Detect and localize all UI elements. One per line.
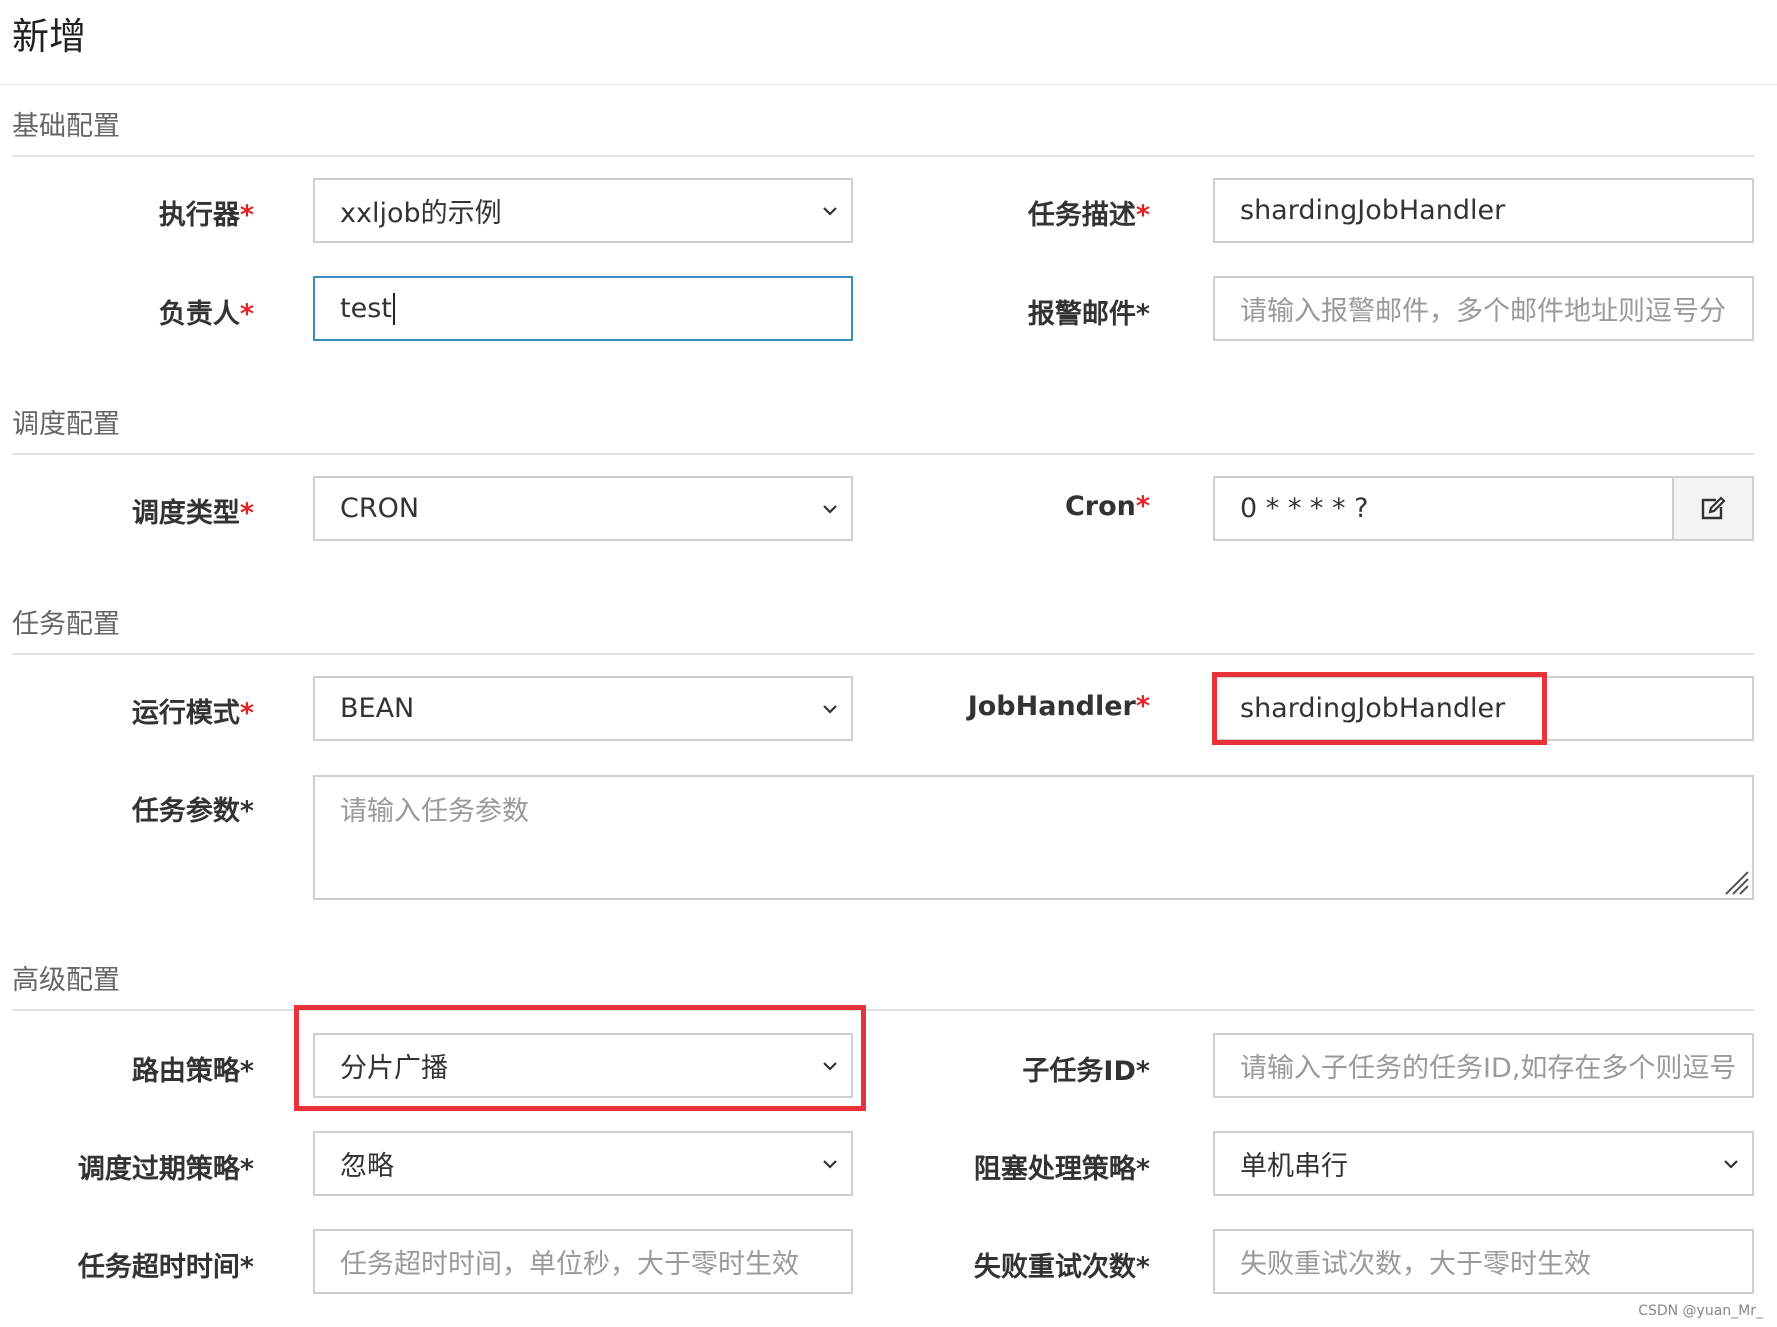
schedule-type-select[interactable]: CRON	[313, 476, 853, 541]
chevron-down-icon	[823, 1061, 837, 1071]
author-value: test	[340, 293, 392, 324]
alarm-email-placeholder: 请输入报警邮件，多个邮件地址则逗号分	[1240, 296, 1726, 327]
job-param-placeholder: 请输入任务参数	[340, 796, 529, 827]
schedule-type-label: 调度类型*	[131, 498, 254, 529]
section-divider	[12, 1009, 1754, 1011]
job-handler-label: JobHandler*	[967, 691, 1150, 722]
author-label: 负责人*	[158, 299, 254, 330]
job-handler-input[interactable]: shardingJobHandler	[1213, 676, 1754, 741]
timeout-placeholder: 任务超时时间，单位秒，大于零时生效	[340, 1249, 799, 1280]
resize-handle-icon[interactable]	[1722, 868, 1750, 896]
edit-icon	[1701, 495, 1726, 519]
section-title-basic: 基础配置	[12, 111, 120, 142]
fail-retry-label: 失败重试次数*	[973, 1252, 1150, 1283]
job-desc-value: shardingJobHandler	[1240, 195, 1506, 226]
glue-type-label: 运行模式*	[131, 698, 254, 729]
text-caret	[392, 292, 395, 325]
alarm-email-input[interactable]: 请输入报警邮件，多个邮件地址则逗号分	[1213, 276, 1754, 341]
section-title-schedule: 调度配置	[12, 409, 120, 440]
timeout-label: 任务超时时间*	[77, 1252, 254, 1283]
block-strategy-label: 阻塞处理策略*	[973, 1154, 1150, 1185]
job-desc-label: 任务描述*	[1027, 200, 1150, 231]
glue-type-value: BEAN	[340, 693, 415, 724]
child-job-id-placeholder: 请输入子任务的任务ID,如存在多个则逗号	[1240, 1053, 1737, 1084]
executor-value: xxljob的示例	[340, 198, 502, 229]
fail-retry-placeholder: 失败重试次数，大于零时生效	[1240, 1249, 1591, 1280]
cron-label: Cron*	[1064, 491, 1150, 522]
author-input[interactable]: test	[313, 276, 853, 341]
section-divider	[12, 453, 1754, 455]
cron-value: 0 * * * * ?	[1240, 493, 1369, 524]
chevron-down-icon	[823, 504, 837, 514]
section-title-task: 任务配置	[12, 609, 120, 640]
route-strategy-value: 分片广播	[340, 1053, 448, 1084]
cron-edit-button[interactable]	[1672, 478, 1752, 539]
job-param-label: 任务参数*	[131, 796, 254, 827]
cron-input[interactable]: 0 * * * * ?	[1213, 476, 1754, 541]
chevron-down-icon	[823, 704, 837, 714]
fail-retry-input[interactable]: 失败重试次数，大于零时生效	[1213, 1229, 1754, 1294]
block-strategy-select[interactable]: 单机串行	[1213, 1131, 1754, 1196]
section-title-advanced: 高级配置	[12, 965, 120, 996]
section-divider	[12, 653, 1754, 655]
misfire-strategy-select[interactable]: 忽略	[313, 1131, 853, 1196]
chevron-down-icon	[1724, 1159, 1738, 1169]
section-divider	[12, 155, 1754, 157]
child-job-id-label: 子任务ID*	[1022, 1056, 1150, 1087]
watermark: CSDN @yuan_Mr_	[1638, 1303, 1763, 1319]
executor-select[interactable]: xxljob的示例	[313, 178, 853, 243]
chevron-down-icon	[823, 206, 837, 216]
job-handler-value: shardingJobHandler	[1240, 693, 1506, 724]
executor-label: 执行器*	[158, 200, 254, 231]
route-strategy-label: 路由策略*	[131, 1056, 254, 1087]
job-param-textarea[interactable]: 请输入任务参数	[313, 775, 1754, 900]
chevron-down-icon	[823, 1159, 837, 1169]
misfire-strategy-value: 忽略	[340, 1151, 394, 1182]
child-job-id-input[interactable]: 请输入子任务的任务ID,如存在多个则逗号	[1213, 1033, 1754, 1098]
alarm-email-label: 报警邮件*	[1027, 299, 1150, 330]
schedule-type-value: CRON	[340, 493, 420, 524]
misfire-strategy-label: 调度过期策略*	[77, 1154, 254, 1185]
route-strategy-select[interactable]: 分片广播	[313, 1033, 853, 1098]
timeout-input[interactable]: 任务超时时间，单位秒，大于零时生效	[313, 1229, 853, 1294]
header-divider	[0, 84, 1777, 85]
glue-type-select[interactable]: BEAN	[313, 676, 853, 741]
page-title: 新增	[12, 15, 86, 58]
block-strategy-value: 单机串行	[1240, 1151, 1348, 1182]
job-desc-input[interactable]: shardingJobHandler	[1213, 178, 1754, 243]
